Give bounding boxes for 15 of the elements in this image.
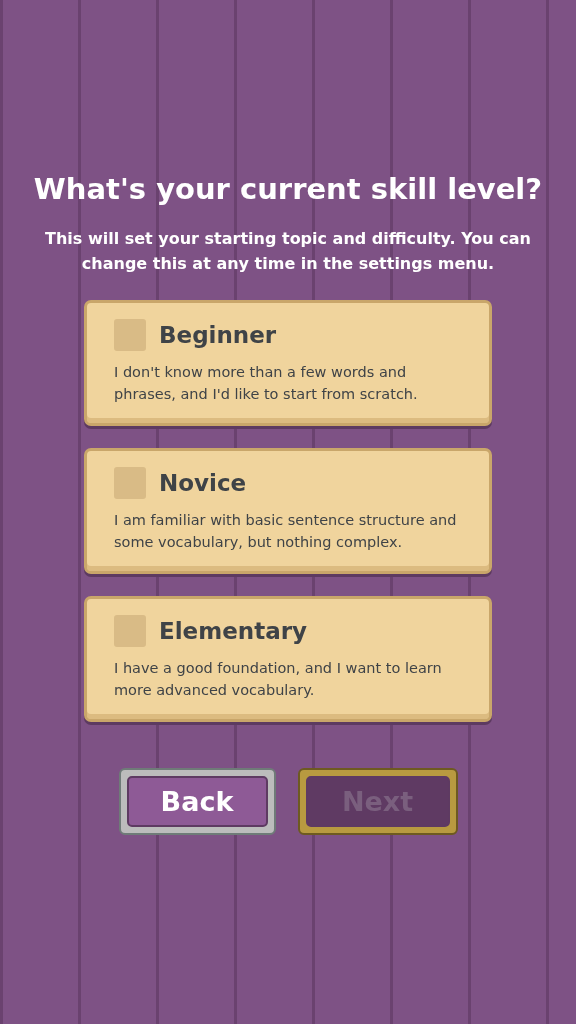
option-description: I am familiar with basic sentence structure and some vocabulary, but nothing complex. (114, 511, 458, 552)
checkbox[interactable] (114, 467, 146, 499)
option-card[interactable]: Beginner I don't know more than a few words and phrases, and I'd like to start from scratch. (84, 300, 492, 426)
option-label: Elementary (159, 618, 307, 644)
option-label: Beginner (159, 322, 277, 348)
option-label: Novice (159, 470, 247, 496)
option-description: I don't know more than a few words and phrases, and I'd like to start from scratch. (114, 363, 419, 404)
option-card[interactable]: Elementary I have a good foundation, and I want to learn more advanced vocabulary. (84, 596, 492, 722)
option-card[interactable]: Novice I am familiar with basic sentence structure and some vocabulary, but nothing complex. (84, 448, 492, 574)
option-description: I have a good foundation, and I want to learn more advanced vocabulary. (114, 659, 443, 700)
back-button[interactable]: Back (118, 768, 276, 835)
checkbox[interactable] (114, 615, 146, 647)
page-title: What's your current skill level? (33, 172, 543, 206)
page-subtitle: This will set your starting topic and difficulty. You can change this at any time in the settings menu. (44, 228, 532, 275)
checkbox[interactable] (114, 319, 146, 351)
